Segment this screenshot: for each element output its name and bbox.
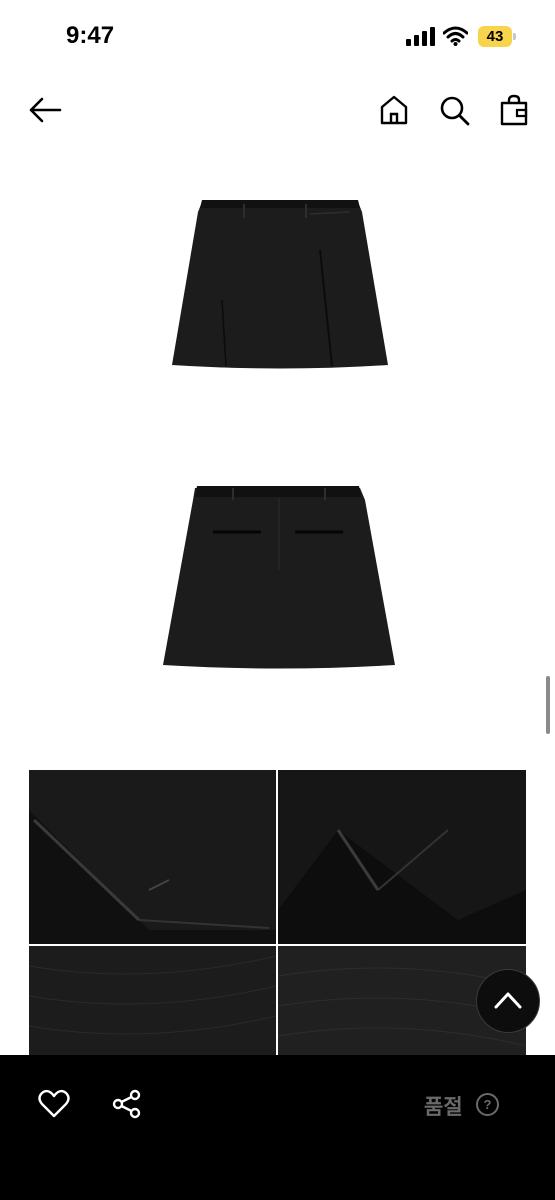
back-button[interactable] [28, 93, 62, 127]
share-button[interactable] [112, 1089, 142, 1119]
arrow-left-icon [29, 97, 62, 123]
skirt-back-image[interactable] [155, 480, 405, 675]
battery-tip [513, 33, 516, 40]
detail-hem-image[interactable] [29, 770, 276, 944]
status-bar: 9:47 43 [0, 0, 555, 72]
status-time: 9:47 [66, 22, 115, 49]
help-icon[interactable]: ? [476, 1093, 499, 1116]
home-button[interactable] [377, 93, 411, 127]
bottom-action-bar: 품절 ? [0, 1055, 555, 1200]
search-button[interactable] [437, 93, 471, 127]
skirt-front-image[interactable] [160, 190, 400, 380]
heart-icon [38, 1089, 70, 1118]
chevron-up-icon [494, 992, 522, 1009]
search-icon [440, 96, 470, 126]
cellular-signal-icon [406, 27, 435, 46]
like-button[interactable] [38, 1089, 70, 1119]
fabric-texture-1-image[interactable] [29, 946, 276, 1056]
top-nav-bar [0, 80, 555, 140]
shopping-bag-icon [500, 94, 528, 126]
wifi-icon [443, 26, 468, 46]
sold-out-label: 품절 [424, 1096, 463, 1119]
shopping-bag-button[interactable] [497, 93, 531, 127]
detail-slit-image[interactable] [278, 770, 526, 944]
home-icon [380, 95, 408, 125]
share-icon [112, 1089, 141, 1119]
scroll-to-top-button[interactable] [476, 969, 540, 1033]
battery-indicator: 43 [478, 26, 512, 47]
scrollbar[interactable] [546, 676, 550, 734]
